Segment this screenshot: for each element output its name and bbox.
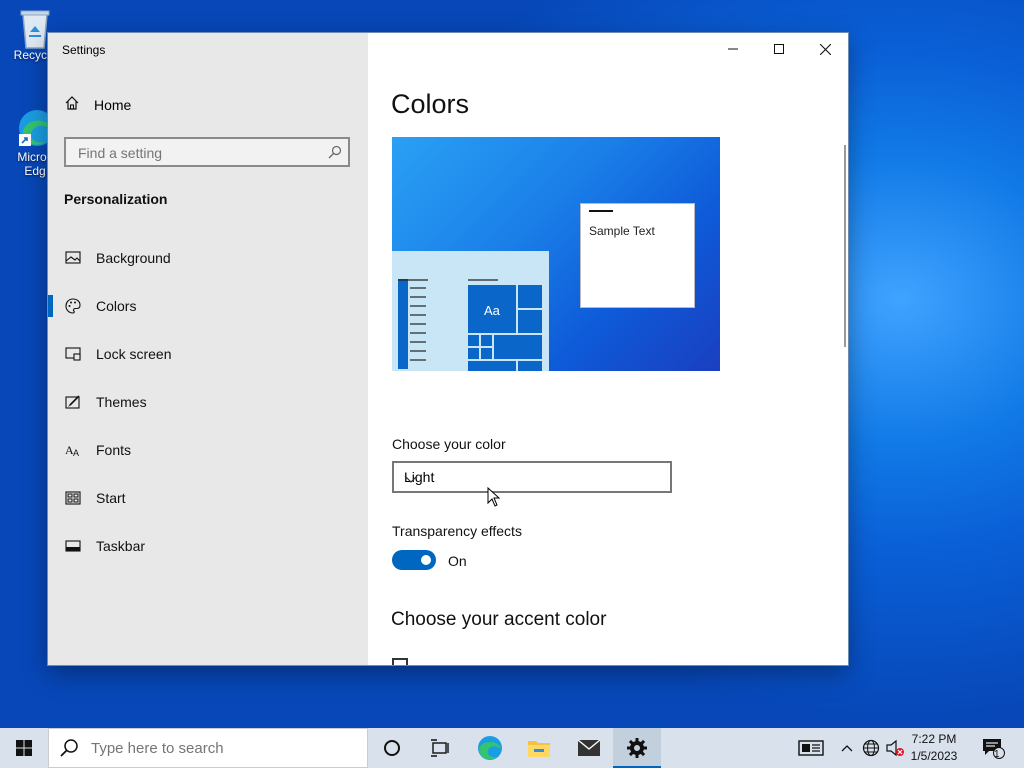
volume-muted-icon xyxy=(886,739,904,757)
clock-time: 7:22 PM xyxy=(911,732,957,746)
transparency-toggle[interactable] xyxy=(392,550,436,570)
search-icon[interactable] xyxy=(328,145,342,164)
network-button[interactable] xyxy=(860,728,882,768)
settings-window: Settings Home Personalization Background xyxy=(48,33,848,665)
settings-search-box[interactable] xyxy=(64,137,350,167)
cortana-button[interactable] xyxy=(368,728,416,768)
taskbar-search-box[interactable] xyxy=(48,728,368,768)
sidebar-item-start[interactable]: Start xyxy=(48,474,368,522)
sidebar-item-background[interactable]: Background xyxy=(48,234,368,282)
gear-icon xyxy=(627,738,647,758)
picture-icon xyxy=(64,249,82,267)
window-title: Settings xyxy=(62,43,106,57)
transparency-state: On xyxy=(448,553,467,569)
windows-logo-icon xyxy=(16,740,32,756)
notification-icon xyxy=(983,739,1005,759)
search-icon xyxy=(59,738,79,763)
font-icon: AA xyxy=(64,441,82,459)
chevron-up-icon xyxy=(841,745,853,752)
settings-content: Colors Aa Sample Text Choose your color … xyxy=(368,33,848,665)
volume-button[interactable] xyxy=(884,728,906,768)
show-hidden-icons-button[interactable] xyxy=(838,728,856,768)
notification-count-badge: 1 xyxy=(994,749,1000,760)
clock-date: 1/5/2023 xyxy=(910,749,958,763)
mouse-cursor-icon xyxy=(487,487,501,507)
sidebar-item-label: Lock screen xyxy=(96,346,172,362)
globe-icon xyxy=(862,739,880,757)
auto-accent-checkbox[interactable] xyxy=(392,658,408,665)
scrollbar[interactable] xyxy=(844,145,846,347)
preview-start-menu: Aa xyxy=(392,251,549,371)
sidebar-item-themes[interactable]: Themes xyxy=(48,378,368,426)
taskbar: 7:22 PM 1/5/2023 1 xyxy=(0,728,1024,768)
sidebar-item-label: Themes xyxy=(96,394,147,410)
sidebar-item-label: Background xyxy=(96,250,171,266)
action-center-button[interactable]: 1 xyxy=(978,728,1008,768)
preview-sample-text: Sample Text xyxy=(589,224,655,238)
settings-sidebar: Settings Home Personalization Background xyxy=(48,33,368,665)
mail-icon xyxy=(577,739,601,756)
color-preview: Aa Sample Text xyxy=(392,137,720,371)
home-icon xyxy=(64,95,80,114)
taskbar-search-input[interactable] xyxy=(89,739,353,758)
edge-taskbar-button[interactable] xyxy=(466,728,514,768)
brush-icon xyxy=(64,393,82,411)
sidebar-item-taskbar[interactable]: Taskbar xyxy=(48,522,368,570)
sidebar-item-colors[interactable]: Colors xyxy=(48,282,368,330)
lock-screen-icon xyxy=(64,345,82,363)
preview-title-bar xyxy=(589,210,613,212)
sidebar-item-label: Colors xyxy=(96,298,137,314)
home-link[interactable]: Home xyxy=(64,95,131,114)
settings-search-input[interactable] xyxy=(76,144,320,162)
choose-color-label: Choose your color xyxy=(392,436,506,452)
toggle-knob xyxy=(421,555,431,565)
palette-icon xyxy=(64,297,82,315)
preview-tile-text: Aa xyxy=(484,303,500,318)
taskbar-icon xyxy=(64,537,82,555)
svg-text:A: A xyxy=(73,448,79,458)
transparency-label: Transparency effects xyxy=(392,523,522,539)
news-icon xyxy=(798,740,824,756)
choose-color-dropdown[interactable]: Light xyxy=(392,461,672,493)
cortana-icon xyxy=(384,740,400,756)
sidebar-item-label: Start xyxy=(96,490,126,506)
system-clock[interactable]: 7:22 PM 1/5/2023 xyxy=(904,731,964,765)
home-label: Home xyxy=(94,96,132,113)
settings-taskbar-button[interactable] xyxy=(613,728,661,768)
page-title: Colors xyxy=(391,89,470,119)
section-title: Personalization xyxy=(64,191,168,207)
folder-icon xyxy=(528,741,550,757)
sidebar-item-label: Taskbar xyxy=(96,538,146,554)
accent-color-heading: Choose your accent color xyxy=(391,609,607,630)
edge-icon xyxy=(478,736,502,760)
news-interests-button[interactable] xyxy=(796,728,826,768)
sidebar-item-lock-screen[interactable]: Lock screen xyxy=(48,330,368,378)
file-explorer-button[interactable] xyxy=(515,728,563,768)
start-tiles-icon xyxy=(64,489,82,507)
mail-button[interactable] xyxy=(565,728,613,768)
sidebar-item-fonts[interactable]: AA Fonts xyxy=(48,426,368,474)
start-button[interactable] xyxy=(0,728,48,768)
preview-sample-window: Sample Text xyxy=(580,203,695,308)
chevron-down-icon xyxy=(404,471,662,487)
sidebar-item-label: Fonts xyxy=(96,442,132,458)
task-view-icon xyxy=(431,739,449,757)
task-view-button[interactable] xyxy=(416,728,464,768)
